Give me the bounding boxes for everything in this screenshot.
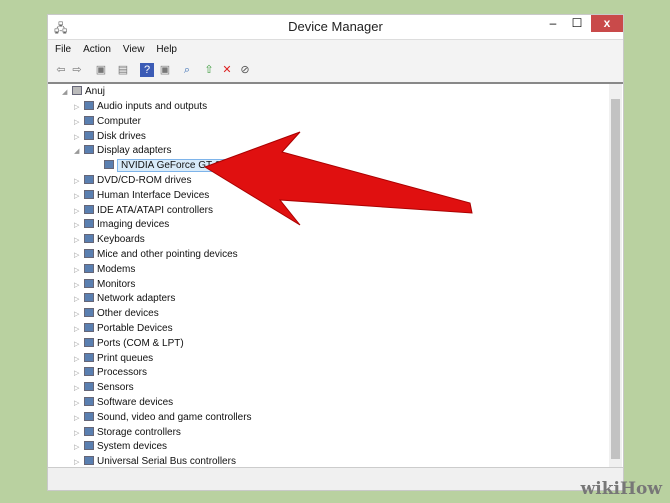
watermark-text: wikiHow bbox=[580, 479, 662, 499]
arrow-shape bbox=[203, 131, 473, 226]
wikihow-watermark: wikiHow bbox=[581, 479, 662, 499]
red-arrow bbox=[203, 131, 473, 226]
